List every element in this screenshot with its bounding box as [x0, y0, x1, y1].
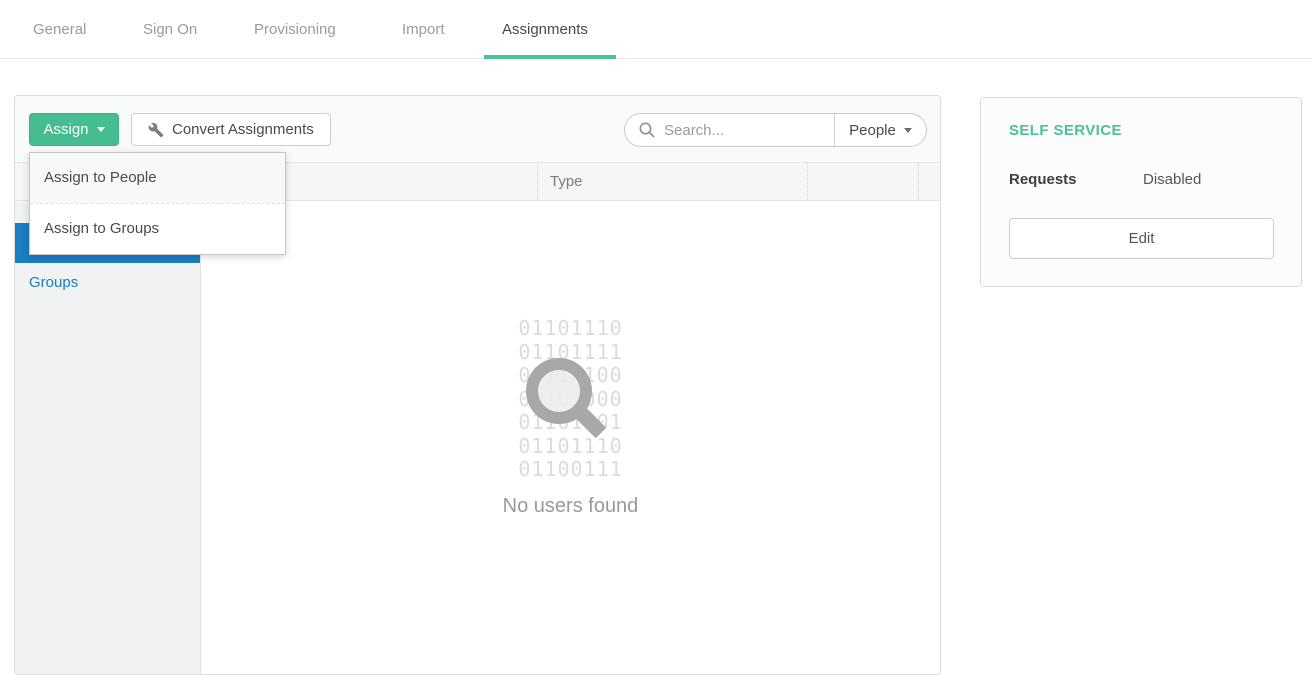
app-tabbar: General Sign On Provisioning Import Assi…: [0, 0, 1312, 60]
wrench-icon: [148, 122, 164, 138]
chevron-down-icon: [97, 127, 105, 132]
requests-label: Requests: [1009, 171, 1077, 188]
convert-assignments-button[interactable]: Convert Assignments: [131, 113, 331, 146]
column-divider: [807, 163, 808, 200]
tab-sign-on[interactable]: Sign On: [143, 21, 197, 38]
magnifier-icon: [519, 351, 611, 443]
tab-import[interactable]: Import: [402, 21, 445, 38]
search-segment: [625, 114, 834, 146]
assign-button-label: Assign: [43, 121, 88, 138]
convert-assignments-label: Convert Assignments: [172, 121, 314, 138]
active-tab-underline: [484, 55, 616, 59]
assignments-content: 01101110 01101111 01110100 01101000 0110…: [201, 201, 940, 674]
assign-dropdown-menu: Assign to People Assign to Groups: [29, 152, 286, 255]
sidebar-item-groups[interactable]: Groups: [15, 263, 200, 303]
search-filter-dropdown[interactable]: People: [834, 114, 926, 146]
self-service-card: SELF SERVICE Requests Disabled Edit: [980, 97, 1302, 287]
assignments-body: Groups 01101110 01101111 01110100 011010…: [15, 201, 940, 674]
search-input[interactable]: [664, 122, 814, 139]
assignments-filter-sidebar: Groups: [15, 201, 201, 674]
empty-state-message: No users found: [201, 495, 940, 518]
tab-general[interactable]: General: [33, 21, 86, 38]
menu-item-assign-to-people[interactable]: Assign to People: [30, 153, 285, 203]
column-divider: [537, 163, 538, 200]
edit-button[interactable]: Edit: [1009, 218, 1274, 259]
assign-button[interactable]: Assign: [29, 113, 119, 146]
self-service-title: SELF SERVICE: [1009, 122, 1122, 139]
search-icon: [638, 121, 656, 139]
search-filter-value: People: [849, 122, 896, 139]
edit-button-label: Edit: [1129, 230, 1155, 247]
tab-provisioning[interactable]: Provisioning: [254, 21, 336, 38]
tabbar-divider: [0, 58, 1312, 59]
search-pill: People: [624, 113, 927, 147]
binary-row: 01101110: [201, 317, 940, 341]
requests-value: Disabled: [1143, 171, 1201, 188]
menu-item-assign-to-groups[interactable]: Assign to Groups: [30, 204, 285, 254]
binary-row: 01100111: [201, 458, 940, 482]
chevron-down-icon: [904, 128, 912, 133]
type-column-header: Type: [550, 163, 583, 200]
column-divider: [918, 163, 919, 200]
tab-assignments[interactable]: Assignments: [502, 21, 588, 38]
